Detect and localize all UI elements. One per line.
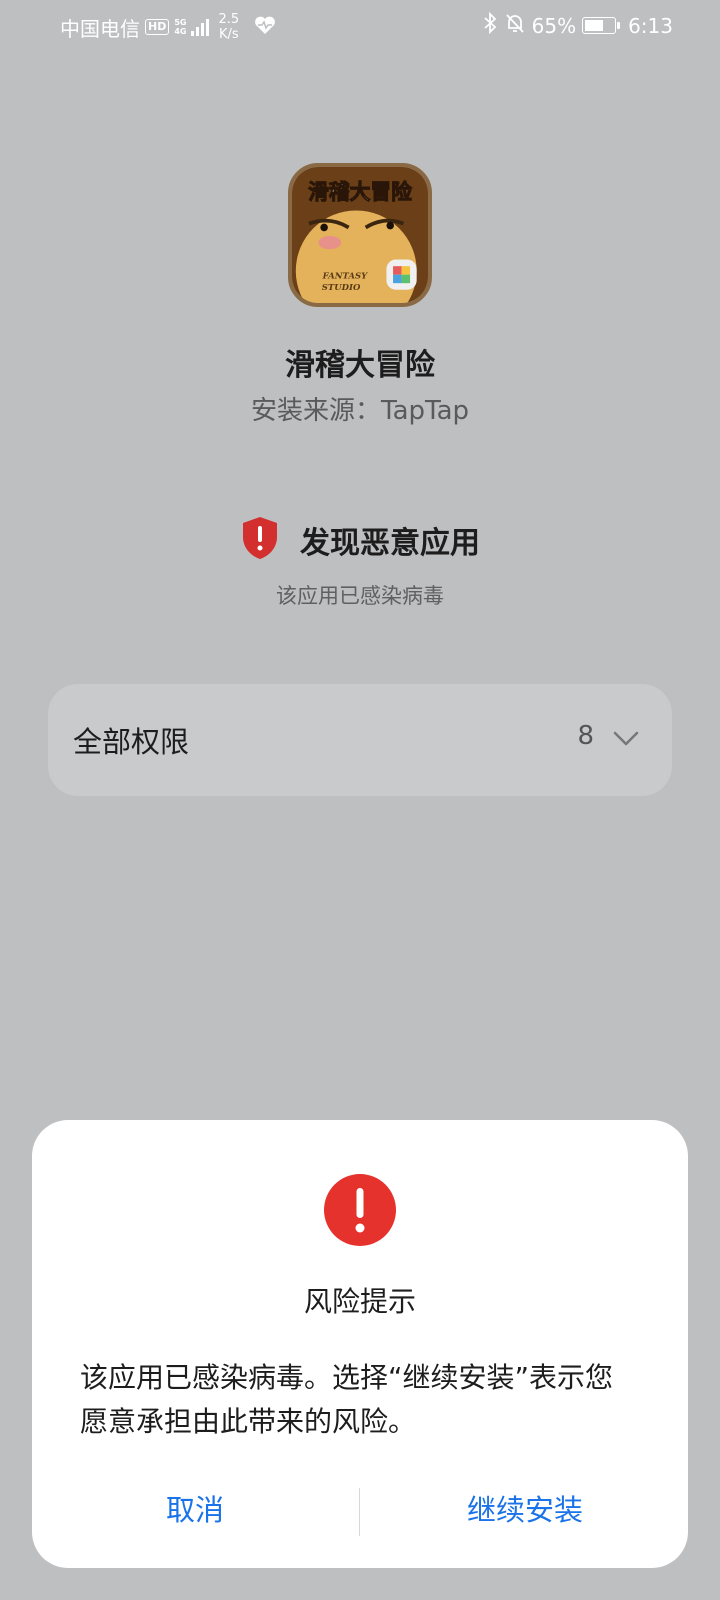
status-right: 65% 6:13 xyxy=(482,11,673,39)
shield-alert-icon xyxy=(240,515,280,565)
network-speed-unit: K/s xyxy=(218,27,239,42)
icon-title-text: 滑稽大冒险 xyxy=(308,180,412,204)
hd-badge: HD xyxy=(145,19,170,35)
alert-icon xyxy=(324,1174,396,1246)
cancel-button[interactable]: 取消 xyxy=(32,1482,358,1538)
network-speed: 2.5 K/s xyxy=(218,12,239,42)
app-name: 滑稽大冒险 xyxy=(285,348,435,383)
warning-subtitle: 该应用已感染病毒 xyxy=(276,584,444,608)
icon-caption-2: STUDIO xyxy=(322,283,361,293)
dialog-title: 风险提示 xyxy=(303,1285,416,1318)
battery-percent: 65% xyxy=(531,13,577,38)
dialog-message: 该应用已感染病毒。选择“继续安装”表示您愿意承担由此带来的风险。 xyxy=(80,1361,614,1438)
network-type-top: 5G xyxy=(174,18,187,27)
icon-caption-1: FANTASY xyxy=(322,271,368,281)
permissions-count: 8 xyxy=(577,721,594,751)
status-left: 中国电信 HD 5G 4G 2.5 K/s xyxy=(60,12,276,42)
warning-title: 发现恶意应用 xyxy=(300,526,480,561)
network-type: 5G 4G xyxy=(174,18,186,36)
signal-icon xyxy=(191,18,210,36)
risk-dialog: 风险提示 该应用已感染病毒。选择“继续安装”表示您愿意承担由此带来的风险。 取消… xyxy=(32,1120,688,1568)
heart-health-icon xyxy=(254,15,276,40)
install-source: 安装来源：TapTap xyxy=(250,396,470,426)
button-divider xyxy=(359,1488,360,1536)
app-icon: 滑稽大冒险 FANTASY STUDIO xyxy=(288,163,432,307)
network-type-bottom: 4G xyxy=(174,27,187,36)
carrier-label: 中国电信 xyxy=(60,16,140,41)
permissions-row[interactable]: 全部权限 8 xyxy=(48,684,672,796)
bluetooth-icon xyxy=(482,11,498,39)
battery-icon xyxy=(582,17,621,34)
malware-warning: 发现恶意应用 xyxy=(0,515,720,565)
permissions-label: 全部权限 xyxy=(73,725,190,759)
continue-install-button[interactable]: 继续安装 xyxy=(362,1482,688,1538)
clock: 6:13 xyxy=(628,13,673,38)
chevron-down-icon xyxy=(613,731,639,746)
status-bar: 中国电信 HD 5G 4G 2.5 K/s 65% 6:13 xyxy=(0,0,720,52)
bell-muted-icon xyxy=(504,12,526,39)
network-speed-value: 2.5 xyxy=(218,12,240,27)
